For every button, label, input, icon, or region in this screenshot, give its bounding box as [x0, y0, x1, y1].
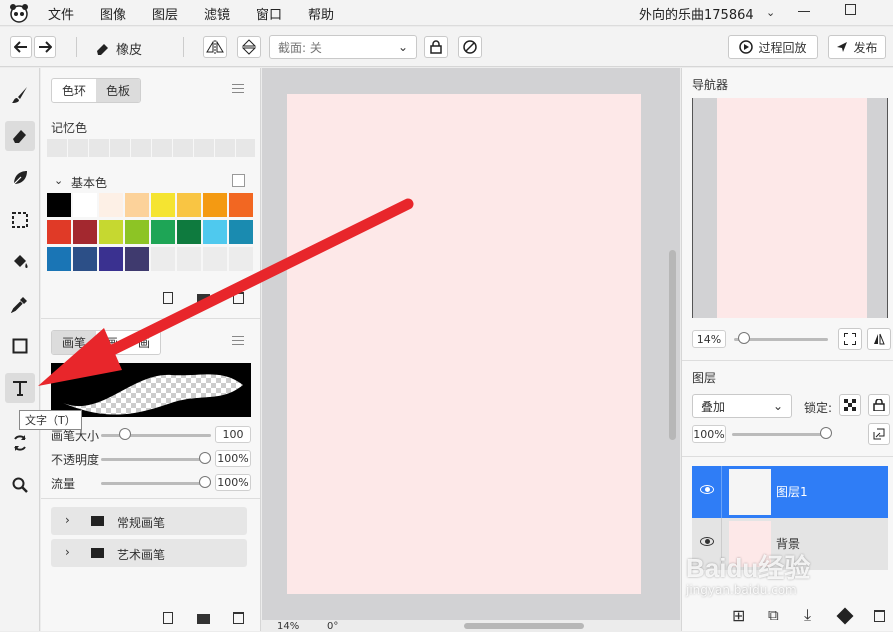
watermark-brand: Baidu经验: [686, 553, 811, 583]
watermark: Baidu经验 jingyan.baidu.com: [686, 548, 810, 597]
annotation-arrow: [38, 198, 414, 386]
watermark-url: jingyan.baidu.com: [686, 583, 797, 597]
